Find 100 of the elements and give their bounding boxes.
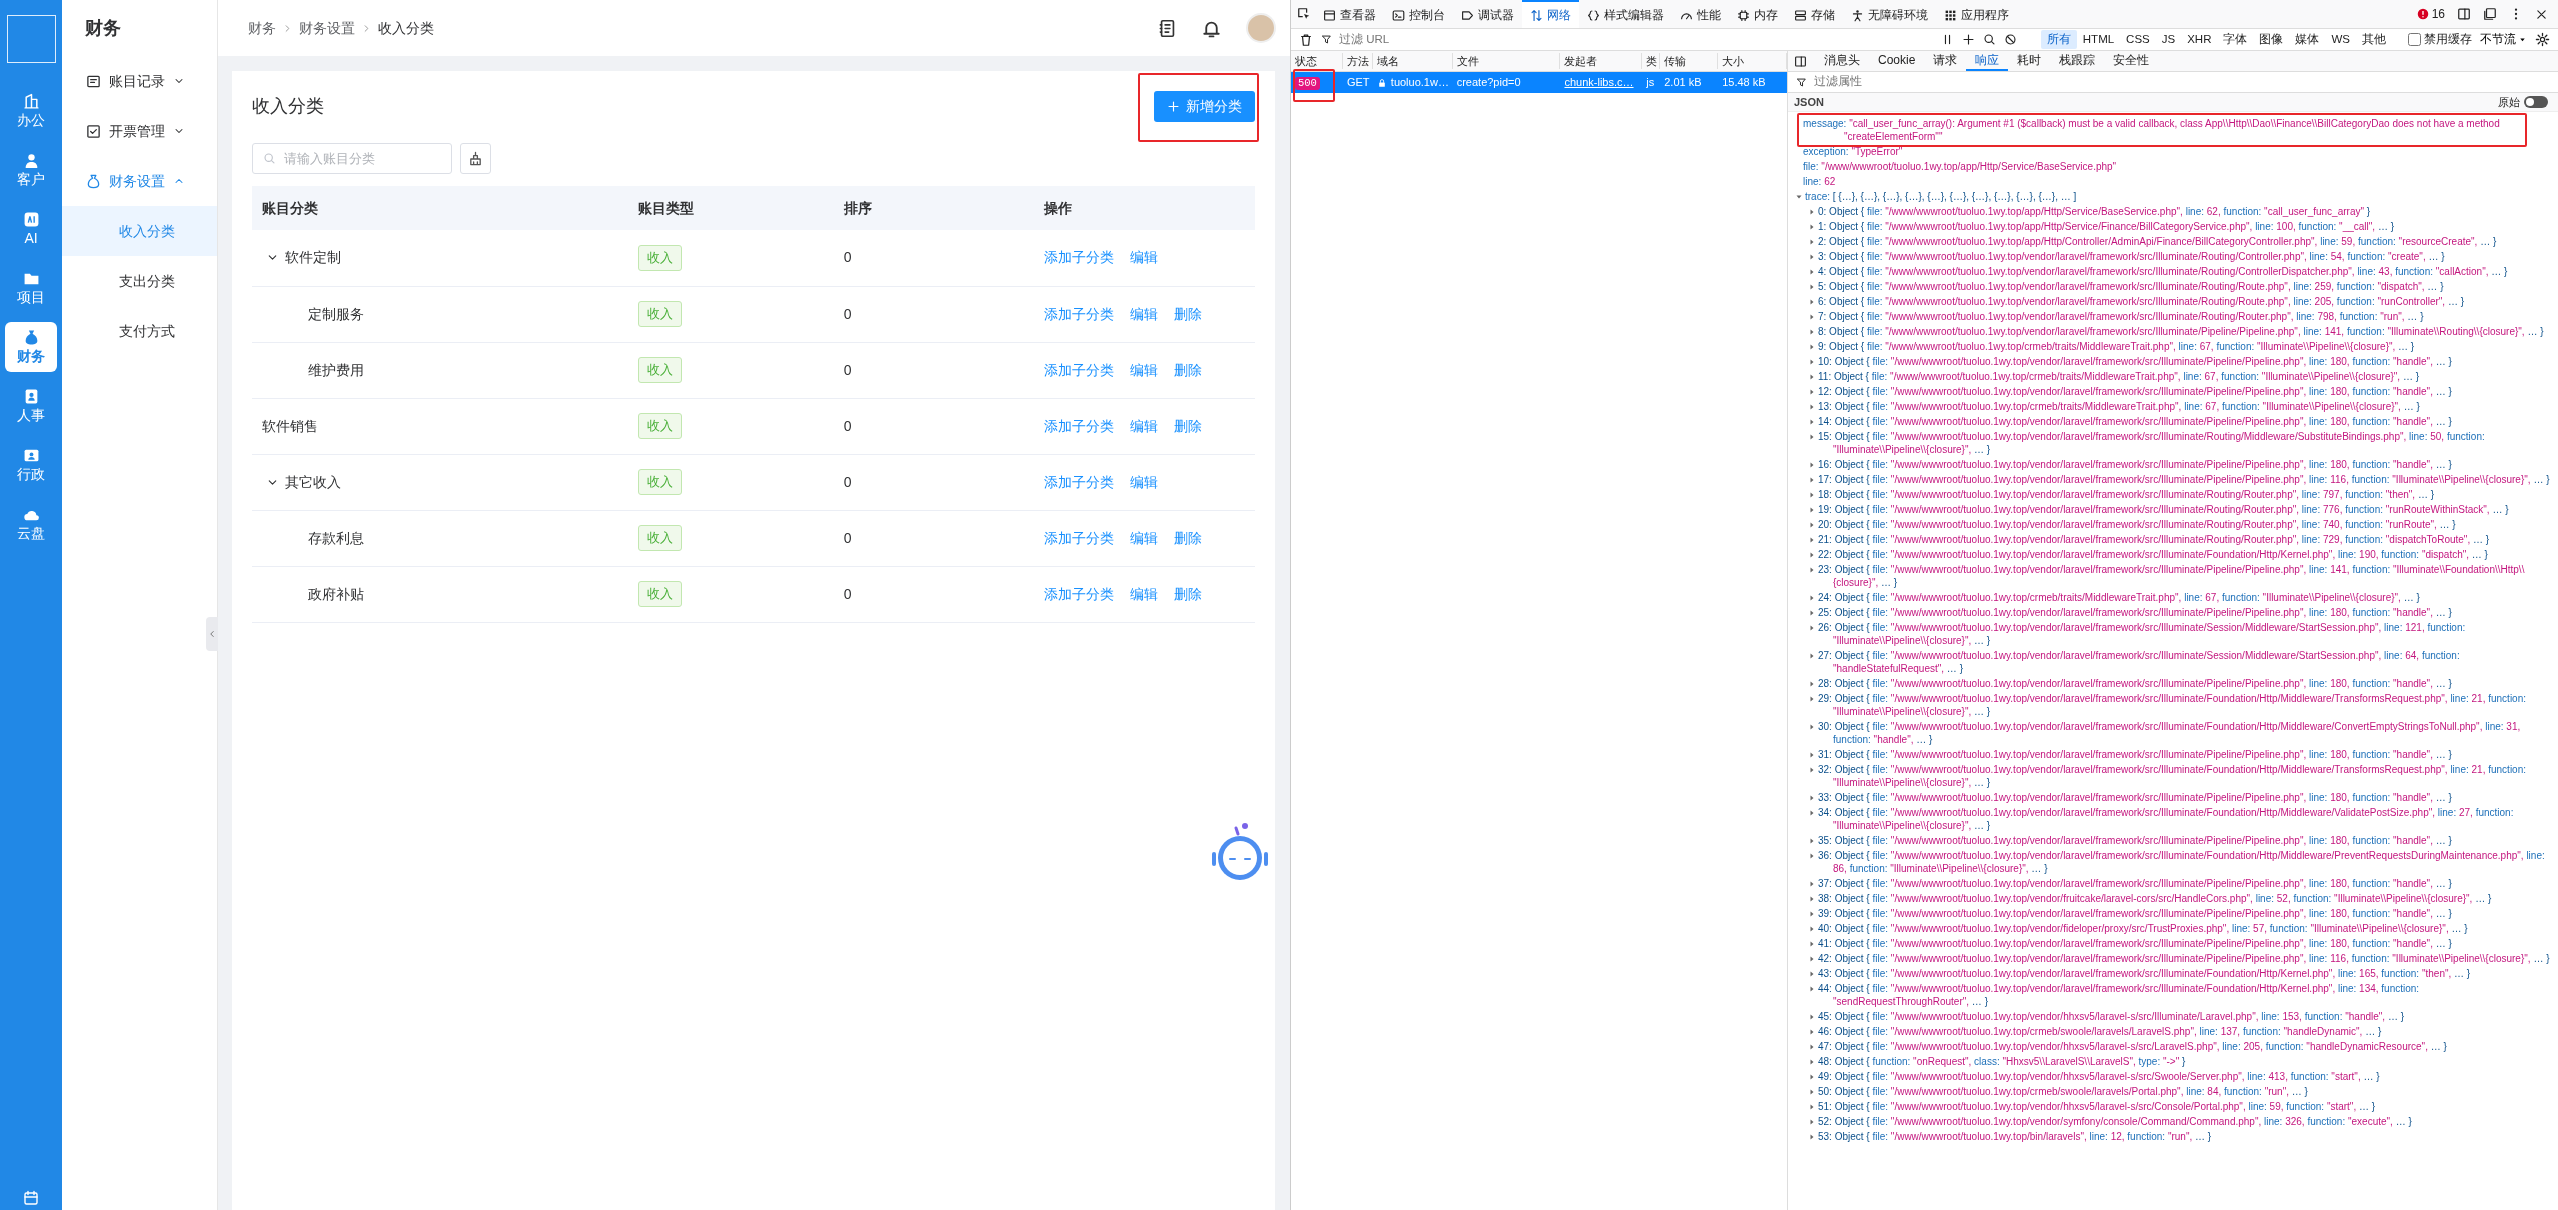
trace-entry[interactable]: 38: Object { file: "/www/wwwroot/tuoluo.1wy.top/vendor/fruitcake/laravel-cors/src/HandleCors.php", line: 52, function: "Illuminate\\Pipeline\\{closure}", … } <box>1818 892 2492 905</box>
trace-entry[interactable]: 31: Object { file: "/www/wwwroot/tuoluo.1wy.top/vendor/laravel/framework/src/Illuminate/Pipeline/Pipeline.php", line: 180, function: "handle", … } <box>1818 748 2452 761</box>
rail-item[interactable]: 财务 <box>5 322 57 372</box>
throttle-dropdown[interactable]: 不节流 <box>2480 30 2527 49</box>
devtools-tab[interactable]: 内存 <box>1729 0 1786 28</box>
trace-entry[interactable]: 32: Object { file: "/www/wwwroot/tuoluo.1wy.top/vendor/laravel/framework/src/Illuminate/Foundation/Http/Middleware/TransformsRequest.php", line: 21, function: "Illuminate\\Pipeline\\{closure}", … } <box>1818 763 2550 789</box>
error-count[interactable]: 16 <box>2416 5 2445 23</box>
url-filter-input[interactable]: 过滤 URL <box>1337 29 1637 50</box>
type-filter[interactable]: 字体 <box>2217 29 2254 50</box>
windows-icon[interactable] <box>2483 7 2497 21</box>
rail-item[interactable]: 行政 <box>5 440 57 490</box>
trace-entry[interactable]: 27: Object { file: "/www/wwwroot/tuoluo.1wy.top/vendor/laravel/framework/src/Illuminate/Session/Middleware/StartSession.php", line: 64, function: "handleStatefulRequest", … } <box>1818 649 2550 675</box>
close-icon[interactable] <box>2535 7 2548 21</box>
sidebar-icon[interactable] <box>1794 54 1807 68</box>
trace-entry[interactable]: 52: Object { file: "/www/wwwroot/tuoluo.1wy.top/vendor/symfony/console/Command/Command.php", line: 326, function: "execute", … } <box>1818 1115 2412 1128</box>
trace-entry[interactable]: 40: Object { file: "/www/wwwroot/tuoluo.1wy.top/vendor/fideloper/proxy/src/TrustProxies.php", line: 57, function: "Illuminate\\Pipeline\\{closure}", … } <box>1818 922 2468 935</box>
trace-entry[interactable]: 41: Object { file: "/www/wwwroot/tuoluo.1wy.top/vendor/laravel/framework/src/Illuminate/Pipeline/Pipeline.php", line: 180, function: "handle", … } <box>1818 937 2452 950</box>
trace-entry[interactable]: 3: Object { file: "/www/wwwroot/tuoluo.1wy.top/vendor/laravel/framework/src/Illuminate/Routing/Controller.php", line: 54, function: "create", … } <box>1818 250 2445 263</box>
type-filter[interactable]: JS <box>2155 29 2182 50</box>
trace-entry[interactable]: 8: Object { file: "/www/wwwroot/tuoluo.1wy.top/vendor/laravel/framework/src/Illuminate/Pipeline/Pipeline.php", line: 141, function: "Illuminate\\Routing\\{closure}", … } <box>1818 325 2544 338</box>
rail-item[interactable]: 客户 <box>5 145 57 195</box>
type-filter[interactable]: XHR <box>2181 29 2218 50</box>
detail-tab[interactable]: 请求 <box>1924 51 1967 71</box>
document-icon[interactable] <box>1158 18 1177 38</box>
trace-entry[interactable]: 43: Object { file: "/www/wwwroot/tuoluo.1wy.top/vendor/laravel/framework/src/Illuminate/Foundation/Http/Kernel.php", line: 165, function: "then", … } <box>1818 967 2471 980</box>
request-row[interactable]: 500 GET tuoluo.1w… create?pid=0 chunk-libs.c… js 2.01 kB 15.48 kB <box>1291 72 1787 93</box>
expand-triangle-icon[interactable] <box>1808 652 1816 660</box>
rail-item[interactable]: 办公 <box>5 86 57 136</box>
trace-entry[interactable]: 21: Object { file: "/www/wwwroot/tuoluo.1wy.top/vendor/laravel/framework/src/Illuminate/Routing/Router.php", line: 729, function: "dispatchToRoute", … } <box>1818 533 2490 546</box>
type-filter[interactable]: HTML <box>2076 29 2121 50</box>
trace-entry[interactable]: 22: Object { file: "/www/wwwroot/tuoluo.1wy.top/vendor/laravel/framework/src/Illuminate/Foundation/Http/Kernel.php", line: 190, function: "dispatch", … } <box>1818 548 2488 561</box>
devtools-tab[interactable]: 应用程序 <box>1936 0 2017 28</box>
block-icon[interactable] <box>2003 33 2017 46</box>
trace-entry[interactable]: 26: Object { file: "/www/wwwroot/tuoluo.1wy.top/vendor/laravel/framework/src/Illuminate/Session/Middleware/StartSession.php", line: 121, function: "Illuminate\\Pipeline\\{closure}", … } <box>1818 621 2550 647</box>
trace-entry[interactable]: 9: Object { file: "/www/wwwroot/tuoluo.1wy.top/crmeb/traits/MiddlewareTrait.php", line: 67, function: "Illuminate\\Pipeline\\{closure}", … } <box>1818 340 2415 353</box>
trace-entry[interactable]: 24: Object { file: "/www/wwwroot/tuoluo.1wy.top/crmeb/traits/MiddlewareTrait.php", line: 67, function: "Illuminate\\Pipeline\\{closure}", … } <box>1818 591 2420 604</box>
trace-entry[interactable]: 36: Object { file: "/www/wwwroot/tuoluo.1wy.top/vendor/laravel/framework/src/Illuminate/Foundation/Http/Middleware/PreventRequestsDuringMaintenance.php", line: 86, function: "Illuminate\\Pipeline\\{closure}", … } <box>1818 849 2550 875</box>
search-field[interactable]: 请输入账目分类 <box>252 143 452 174</box>
menu-item[interactable]: 账目记录 <box>62 56 217 106</box>
rail-item[interactable]: 项目 <box>5 263 57 313</box>
trace-entry[interactable]: 11: Object { file: "/www/wwwroot/tuoluo.1wy.top/crmeb/traits/MiddlewareTrait.php", line: 67, function: "Illuminate\\Pipeline\\{closure}", … } <box>1818 370 2420 383</box>
menu-item[interactable]: 开票管理 <box>62 106 217 156</box>
trace-entry[interactable]: 49: Object { file: "/www/wwwroot/tuoluo.1wy.top/vendor/hhxsv5/laravel-s/src/Swoole/Server.php", line: 413, function: "start", … } <box>1818 1070 2380 1083</box>
url-filter-field[interactable]: 过滤 URL <box>1321 29 1933 50</box>
type-filter[interactable]: CSS <box>2120 29 2156 50</box>
trace-entry[interactable]: 18: Object { file: "/www/wwwroot/tuoluo.1wy.top/vendor/laravel/framework/src/Illuminate/Routing/Router.php", line: 797, function: "then", … } <box>1818 488 2435 501</box>
rail-item[interactable]: AI <box>5 204 57 254</box>
trace-entry[interactable]: 45: Object { file: "/www/wwwroot/tuoluo.1wy.top/vendor/hhxsv5/laravel-s/src/Illuminate/Laravel.php", line: 153, function: "handle", … } <box>1818 1010 2405 1023</box>
type-filter[interactable]: 图像 <box>2253 29 2290 50</box>
plus-icon[interactable] <box>1961 33 1975 46</box>
clear-button[interactable] <box>460 143 491 174</box>
search-icon[interactable] <box>1982 33 1996 46</box>
devtools-tab[interactable]: 查看器 <box>1315 0 1384 28</box>
detail-tab[interactable]: 栈跟踪 <box>2050 51 2105 71</box>
trace-entry[interactable]: 33: Object { file: "/www/wwwroot/tuoluo.1wy.top/vendor/laravel/framework/src/Illuminate/Pipeline/Pipeline.php", line: 180, function: "handle", … } <box>1818 791 2452 804</box>
trace-entry[interactable]: 42: Object { file: "/www/wwwroot/tuoluo.1wy.top/vendor/laravel/framework/src/Illuminate/Pipeline/Pipeline.php", line: 116, function: "Illuminate\\Pipeline\\{closure}", … } <box>1818 952 2550 965</box>
expand-triangle-icon[interactable] <box>1808 723 1816 731</box>
trace-entry[interactable]: 50: Object { file: "/www/wwwroot/tuoluo.1wy.top/crmeb/swoole/laravels/Portal.php", line: 84, function: "run", … } <box>1818 1085 2308 1098</box>
trace-entry[interactable]: 53: Object { file: "/www/wwwroot/tuoluo.1wy.top/bin/laravels", line: 12, function: "run", … } <box>1818 1130 2212 1143</box>
detail-tab[interactable]: 消息头 <box>1815 51 1869 71</box>
trace-entry[interactable]: 51: Object { file: "/www/wwwroot/tuoluo.1wy.top/vendor/hhxsv5/laravel-s/src/Console/Portal.php", line: 59, function: "start", … } <box>1818 1100 2376 1113</box>
trace-entry[interactable]: 4: Object { file: "/www/wwwroot/tuoluo.1wy.top/vendor/laravel/framework/src/Illuminate/Routing/ControllerDispatcher.php", line: 43, function: "callAction", … } <box>1818 265 2508 278</box>
trace-entry[interactable]: 5: Object { file: "/www/wwwroot/tuoluo.1wy.top/vendor/laravel/framework/src/Illuminate/Routing/Route.php", line: 259, function: "dispatch", … } <box>1818 280 2444 293</box>
menu-item[interactable]: 财务设置 <box>62 156 217 206</box>
disable-cache-checkbox[interactable] <box>2408 33 2421 46</box>
trace-entry[interactable]: 16: Object { file: "/www/wwwroot/tuoluo.1wy.top/vendor/laravel/framework/src/Illuminate/Pipeline/Pipeline.php", line: 180, function: "handle", … } <box>1818 458 2452 471</box>
collapse-handle[interactable] <box>206 617 218 651</box>
detail-tab[interactable]: 耗时 <box>2008 51 2051 71</box>
trace-entry[interactable]: 7: Object { file: "/www/wwwroot/tuoluo.1wy.top/vendor/laravel/framework/src/Illuminate/Routing/Router.php", line: 798, function: "run", … } <box>1818 310 2424 323</box>
submenu-item[interactable]: 支付方式 <box>62 306 217 356</box>
trace-entry[interactable]: 34: Object { file: "/www/wwwroot/tuoluo.1wy.top/vendor/laravel/framework/src/Illuminate/Foundation/Http/Middleware/ValidatePostSize.php", line: 27, function: "Illuminate\\Pipeline\\{closure}", … } <box>1818 806 2550 832</box>
panes-icon[interactable] <box>2457 7 2471 21</box>
trace-entry[interactable]: 17: Object { file: "/www/wwwroot/tuoluo.1wy.top/vendor/laravel/framework/src/Illuminate/Pipeline/Pipeline.php", line: 116, function: "Illuminate\\Pipeline\\{closure}", … } <box>1818 473 2550 486</box>
trace-entry[interactable]: 30: Object { file: "/www/wwwroot/tuoluo.1wy.top/vendor/laravel/framework/src/Illuminate/Foundation/Http/Middleware/ConvertEmptyStringsToNull.php", line: 31, function: "handle", … } <box>1818 720 2550 746</box>
trace-entry[interactable]: 37: Object { file: "/www/wwwroot/tuoluo.1wy.top/vendor/laravel/framework/src/Illuminate/Pipeline/Pipeline.php", line: 180, function: "handle", … } <box>1818 877 2452 890</box>
trace-entry[interactable]: 14: Object { file: "/www/wwwroot/tuoluo.1wy.top/vendor/laravel/framework/src/Illuminate/Pipeline/Pipeline.php", line: 180, function: "handle", … } <box>1818 415 2452 428</box>
trace-entry[interactable]: 13: Object { file: "/www/wwwroot/tuoluo.1wy.top/crmeb/traits/MiddlewareTrait.php", line: 67, function: "Illuminate\\Pipeline\\{closure}", … } <box>1818 400 2420 413</box>
expand-triangle-icon[interactable] <box>1795 193 1803 201</box>
type-filter[interactable]: WS <box>2325 29 2356 50</box>
trace-entry[interactable]: 0: Object { file: "/www/wwwroot/tuoluo.1wy.top/app/Http/Service/BaseService.php", line: 62, function: "call_user_func_array" } <box>1818 205 2371 218</box>
calendar-icon[interactable] <box>23 1190 39 1206</box>
trace-entry[interactable]: 48: Object { function: "onRequest", class: "Hhxsv5\\LaravelS\\LaravelS", type: "->" } <box>1818 1055 2186 1068</box>
trace-entry[interactable]: 12: Object { file: "/www/wwwroot/tuoluo.1wy.top/vendor/laravel/framework/src/Illuminate/Pipeline/Pipeline.php", line: 180, function: "handle", … } <box>1818 385 2452 398</box>
picker-icon[interactable] <box>1297 7 1311 21</box>
trace-entry[interactable]: 35: Object { file: "/www/wwwroot/tuoluo.1wy.top/vendor/laravel/framework/src/Illuminate/Pipeline/Pipeline.php", line: 180, function: "handle", … } <box>1818 834 2452 847</box>
trace-entry[interactable]: 15: Object { file: "/www/wwwroot/tuoluo.1wy.top/vendor/laravel/framework/src/Illuminate/Routing/Middleware/SubstituteBindings.php", line: 50, function: "Illuminate\\Pipeline\\{closure}", … } <box>1818 430 2550 456</box>
trace-entry[interactable]: 28: Object { file: "/www/wwwroot/tuoluo.1wy.top/vendor/laravel/framework/src/Illuminate/Pipeline/Pipeline.php", line: 180, function: "handle", … } <box>1818 677 2452 690</box>
trace-entry[interactable]: 47: Object { file: "/www/wwwroot/tuoluo.1wy.top/vendor/hhxsv5/laravel-s/src/LaravelS.php", line: 205, function: "handleDynamicResource", … } <box>1818 1040 2447 1053</box>
trace-entry[interactable]: 29: Object { file: "/www/wwwroot/tuoluo.1wy.top/vendor/laravel/framework/src/Illuminate/Foundation/Http/Middleware/TransformsRequest.php", line: 21, function: "Illuminate\\Pipeline\\{closure}", … } <box>1818 692 2550 718</box>
devtools-tab[interactable]: 性能 <box>1672 0 1729 28</box>
trace-entry[interactable]: 25: Object { file: "/www/wwwroot/tuoluo.1wy.top/vendor/laravel/framework/src/Illuminate/Pipeline/Pipeline.php", line: 180, function: "handle", … } <box>1818 606 2452 619</box>
detail-tab[interactable]: 响应 <box>1966 51 2009 71</box>
devtools-tab[interactable]: 网络 <box>1522 0 1579 28</box>
devtools-tab[interactable]: 调试器 <box>1453 0 1522 28</box>
detail-tab[interactable]: Cookie <box>1869 51 1925 71</box>
breadcrumb-item[interactable]: 财务 <box>248 17 276 39</box>
trace-entry[interactable]: 44: Object { file: "/www/wwwroot/tuoluo.1wy.top/vendor/laravel/framework/src/Illuminate/Foundation/Http/Kernel.php", line: 134, function: "sendRequestThroughRouter", … } <box>1818 982 2550 1008</box>
breadcrumb-item[interactable]: 财务设置 <box>299 17 355 39</box>
settings-icon[interactable] <box>2535 32 2550 47</box>
devtools-tab[interactable]: 无障碍环境 <box>1843 0 1936 28</box>
